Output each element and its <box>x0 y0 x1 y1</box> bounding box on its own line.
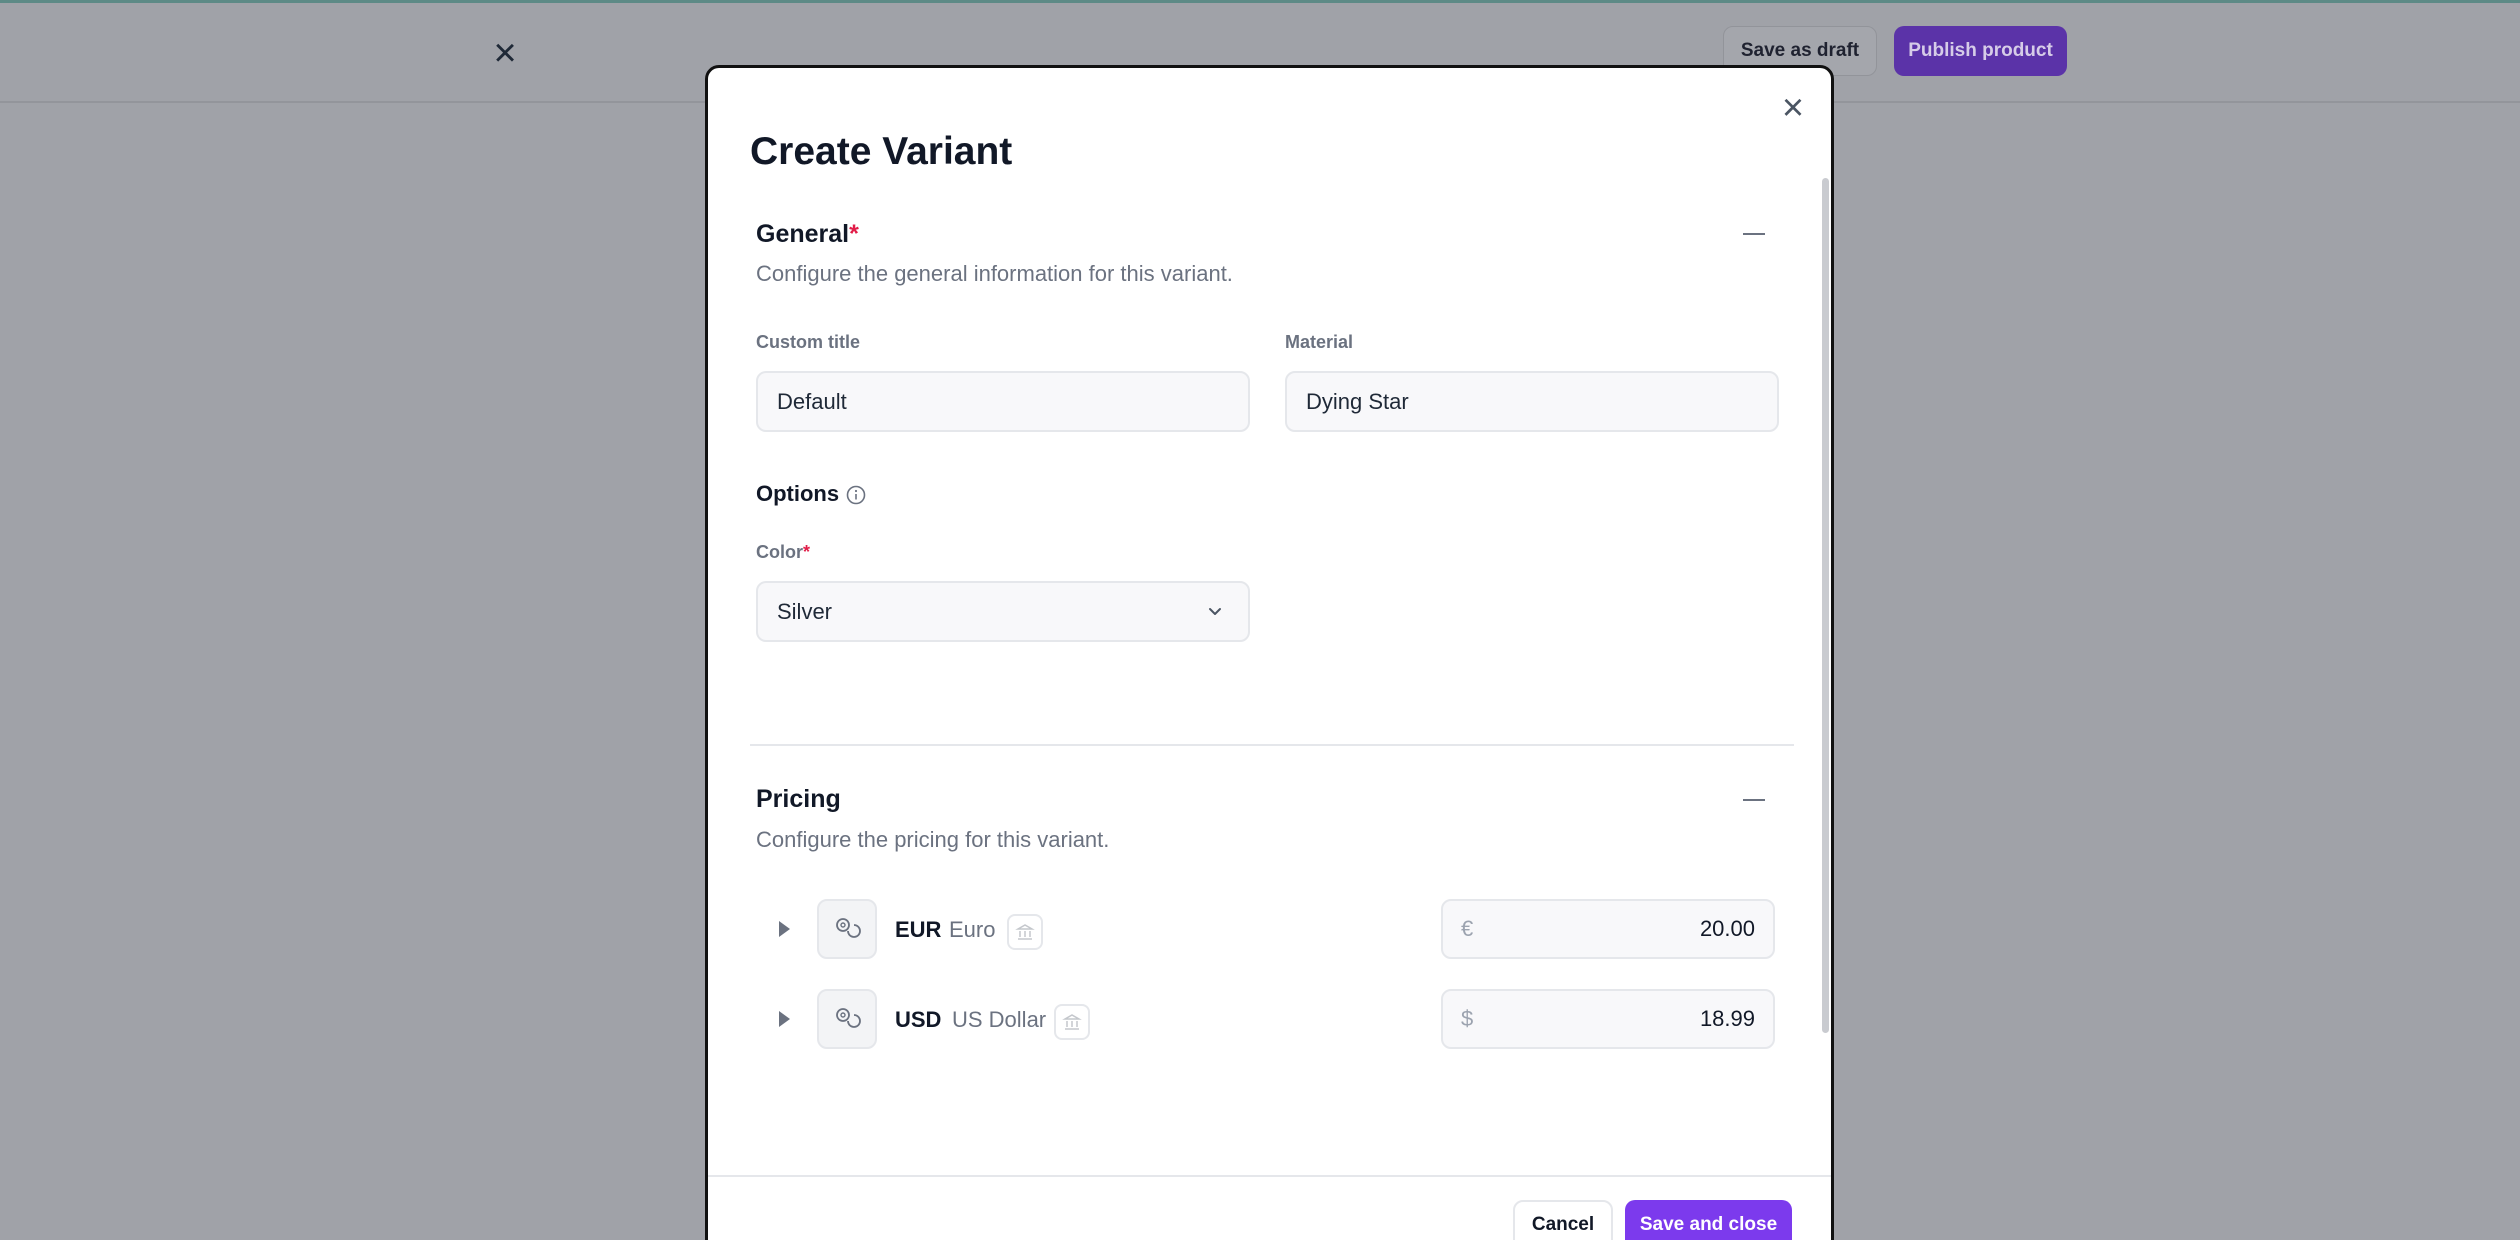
publish-product-button[interactable]: Publish product <box>1894 26 2067 76</box>
general-section-description: Configure the general information for th… <box>756 261 1233 286</box>
expand-eur-icon[interactable] <box>779 921 790 937</box>
general-title-text: General <box>756 220 850 248</box>
price-value-eur: 20.00 <box>1699 916 1755 941</box>
modal-title: Create Variant <box>750 130 1013 173</box>
close-page-icon[interactable]: × <box>488 33 522 73</box>
currency-code-usd: USD <box>895 1007 942 1032</box>
material-input[interactable]: Dying Star <box>1285 371 1779 432</box>
price-input-eur[interactable]: € 20.00 <box>1441 899 1775 959</box>
cancel-button[interactable]: Cancel <box>1513 1200 1613 1240</box>
material-label: Material <box>1285 332 1354 352</box>
material-value: Dying Star <box>1306 388 1409 414</box>
currency-name-eur: Euro <box>949 917 996 942</box>
chevron-down-icon <box>1209 608 1221 615</box>
collapse-pricing-icon[interactable] <box>1743 799 1765 801</box>
custom-title-value: Default <box>777 388 847 414</box>
tax-inclusive-icon <box>1007 914 1043 950</box>
section-divider <box>750 744 1794 746</box>
color-label-text: Color <box>756 542 803 562</box>
tax-inclusive-icon <box>1054 1004 1090 1040</box>
coins-icon <box>817 989 877 1049</box>
create-variant-modal: × Create Variant General* Configure the … <box>705 65 1834 1240</box>
coins-icon <box>817 899 877 959</box>
custom-title-input[interactable]: Default <box>756 371 1250 432</box>
custom-title-label: Custom title <box>756 332 861 352</box>
expand-usd-icon[interactable] <box>779 1011 790 1027</box>
general-section-title: General* <box>756 220 859 249</box>
required-mark: * <box>849 220 859 248</box>
currency-name-usd: US Dollar <box>952 1007 1047 1032</box>
info-icon[interactable] <box>845 484 867 506</box>
color-label: Color* <box>756 542 810 563</box>
modal-close-icon[interactable]: × <box>1775 89 1811 127</box>
currency-symbol-usd: $ <box>1461 1006 1474 1031</box>
currency-symbol-eur: € <box>1461 916 1474 941</box>
collapse-general-icon[interactable] <box>1743 233 1765 235</box>
pricing-section-title: Pricing <box>756 785 841 813</box>
pricing-section-description: Configure the pricing for this variant. <box>756 827 1110 852</box>
color-select-value: Silver <box>777 598 833 624</box>
save-and-close-button[interactable]: Save and close <box>1625 1200 1792 1240</box>
price-input-usd[interactable]: $ 18.99 <box>1441 989 1775 1049</box>
color-required-mark: * <box>803 542 811 562</box>
color-select[interactable]: Silver <box>756 581 1250 642</box>
modal-scrollbar[interactable] <box>1822 178 1829 1033</box>
currency-code-eur: EUR <box>895 917 942 942</box>
options-title: Options <box>756 481 840 506</box>
price-value-usd: 18.99 <box>1699 1006 1755 1031</box>
